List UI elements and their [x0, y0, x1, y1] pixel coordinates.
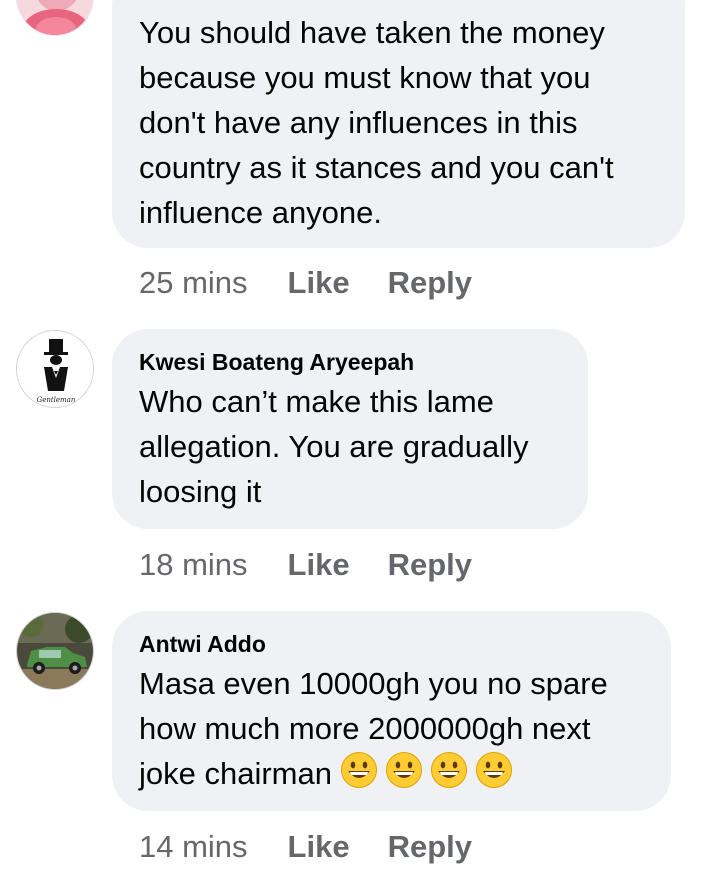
comment-text: You should have taken the money because …: [139, 15, 623, 230]
comment-bubble: Kwesi Boateng Aryeepah Who can’t make th…: [112, 329, 588, 529]
grinning-face-icon: [475, 752, 512, 788]
gentleman-logo-icon: Gentleman: [17, 331, 93, 407]
comment-author[interactable]: Antwi Addo: [139, 629, 645, 659]
comment-actions: 18 mins Like Reply: [139, 547, 472, 583]
comment-text: Masa even 10000gh you no spare how much …: [139, 661, 645, 796]
reply-button[interactable]: Reply: [388, 547, 472, 583]
grinning-face-icon: [340, 752, 377, 788]
avatar[interactable]: [16, 0, 94, 36]
comment-bubble: Antwi Addo Masa even 10000gh you no spar…: [112, 611, 671, 811]
pink-photo-avatar-icon: [17, 0, 93, 35]
comment-author[interactable]: Kwesi Boateng Aryeepah: [139, 347, 562, 377]
like-button[interactable]: Like: [288, 265, 350, 301]
comment-bubble: You should have taken the money because …: [112, 0, 685, 248]
green-car-photo-icon: [17, 613, 93, 689]
comment-timestamp[interactable]: 14 mins: [139, 829, 248, 865]
avatar[interactable]: Gentleman: [16, 330, 94, 408]
grinning-face-icon: [385, 752, 422, 788]
emoji-group: [340, 751, 520, 789]
avatar[interactable]: [16, 612, 94, 690]
comment-text: Who can’t make this lame allegation. You…: [139, 384, 538, 509]
avatar-caption: Gentleman: [37, 396, 76, 404]
comment-actions: 25 mins Like Reply: [139, 265, 472, 301]
reply-button[interactable]: Reply: [388, 829, 472, 865]
comment-actions: 14 mins Like Reply: [139, 829, 472, 865]
comment-timestamp[interactable]: 25 mins: [139, 265, 248, 301]
comment-timestamp[interactable]: 18 mins: [139, 547, 248, 583]
reply-button[interactable]: Reply: [388, 265, 472, 301]
like-button[interactable]: Like: [288, 547, 350, 583]
like-button[interactable]: Like: [288, 829, 350, 865]
grinning-face-icon: [430, 752, 467, 788]
